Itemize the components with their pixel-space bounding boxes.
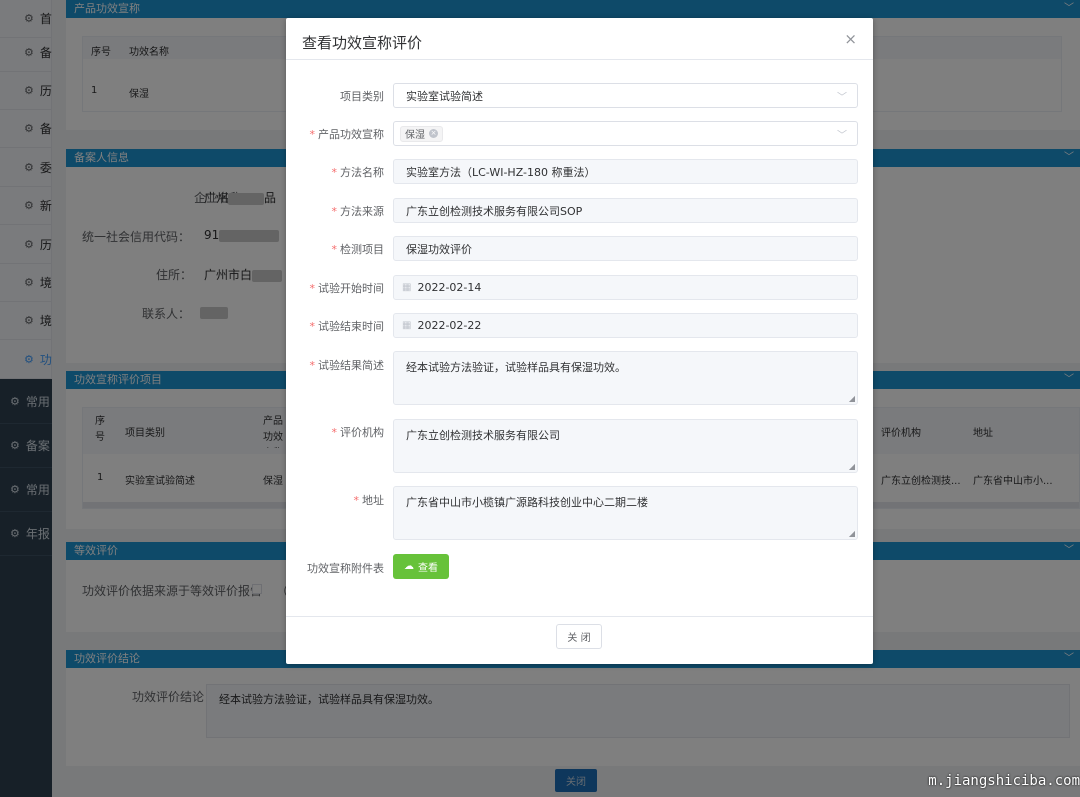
required-mark: * bbox=[309, 320, 316, 333]
test-item-value: 保湿功效评价 bbox=[406, 242, 472, 256]
claim-tag-text: 保湿 bbox=[405, 130, 425, 141]
required-mark: * bbox=[331, 205, 338, 218]
test-item-label: * 检测项目 bbox=[286, 241, 385, 257]
cloud-icon: ☁ bbox=[404, 561, 414, 572]
dialog-footer-divider bbox=[286, 616, 873, 617]
method-field[interactable]: 实验室方法（LC-WI-HZ-180 称重法） bbox=[393, 159, 858, 184]
view-button-label: 查看 bbox=[418, 563, 438, 574]
category-value: 实验室试验简述 bbox=[406, 89, 483, 103]
attachment-label: 功效宣称附件表 bbox=[286, 560, 384, 576]
dialog-close-button[interactable]: 关 闭 bbox=[556, 624, 602, 649]
label-text: 方法名称 bbox=[340, 166, 384, 179]
label-text: 地址 bbox=[362, 494, 384, 507]
end-date-label: * 试验结束时间 bbox=[286, 318, 385, 334]
address-textarea[interactable]: 广东省中山市小榄镇广源路科技创业中心二期二楼 ◢ bbox=[393, 486, 858, 540]
dialog-header-divider bbox=[286, 59, 873, 60]
dialog-title: 查看功效宣称评价 bbox=[302, 34, 423, 52]
view-attachment-button[interactable]: ☁ 查看 bbox=[393, 554, 449, 579]
resize-handle-icon[interactable]: ◢ bbox=[849, 529, 855, 538]
label-text: 方法来源 bbox=[340, 205, 384, 218]
calendar-icon: ▦ bbox=[402, 320, 412, 331]
label-text: 试验结果简述 bbox=[318, 359, 384, 372]
resize-handle-icon[interactable]: ◢ bbox=[849, 462, 855, 471]
label-text: 试验结束时间 bbox=[318, 320, 384, 333]
calendar-icon: ▦ bbox=[402, 282, 412, 293]
method-label: * 方法名称 bbox=[286, 164, 385, 180]
claim-evaluation-dialog: 查看功效宣称评价 × 项目类别 实验室试验简述 ﹀ * 产品功效宣称 保湿 × ﹀ … bbox=[286, 18, 873, 664]
required-mark: * bbox=[309, 282, 316, 295]
method-value: 实验室方法（LC-WI-HZ-180 称重法） bbox=[406, 165, 596, 179]
claim-multiselect[interactable]: 保湿 × ﹀ bbox=[393, 121, 858, 146]
org-textarea[interactable]: 广东立创检测技术服务有限公司 ◢ bbox=[393, 419, 858, 473]
required-mark: * bbox=[331, 426, 338, 439]
required-mark: * bbox=[309, 359, 316, 372]
address-field-label: * 地址 bbox=[286, 492, 385, 508]
start-date-picker[interactable]: ▦ 2022-02-14 bbox=[393, 275, 858, 300]
tag-close-icon[interactable]: × bbox=[429, 129, 438, 138]
start-date-value: 2022-02-14 bbox=[417, 281, 482, 294]
close-button-label: 关 闭 bbox=[567, 633, 591, 644]
claim-tag: 保湿 × bbox=[400, 125, 443, 142]
required-mark: * bbox=[331, 166, 338, 179]
label-text: 评价机构 bbox=[340, 426, 384, 439]
chevron-down-icon: ﹀ bbox=[837, 92, 847, 103]
source-label: * 方法来源 bbox=[286, 203, 385, 219]
result-textarea[interactable]: 经本试验方法验证，试验样品具有保湿功效。 ◢ bbox=[393, 351, 858, 405]
category-select[interactable]: 实验室试验简述 ﹀ bbox=[393, 83, 858, 108]
result-value: 经本试验方法验证，试验样品具有保湿功效。 bbox=[406, 361, 626, 374]
start-date-label: * 试验开始时间 bbox=[286, 280, 385, 296]
required-mark: * bbox=[309, 128, 316, 141]
end-date-value: 2022-02-22 bbox=[417, 319, 482, 332]
source-value: 广东立创检测技术服务有限公司SOP bbox=[406, 204, 583, 218]
label-text: 功效宣称附件表 bbox=[307, 562, 384, 575]
org-label: * 评价机构 bbox=[286, 424, 385, 440]
watermark: m.jiangshiciba.com bbox=[928, 773, 1080, 789]
claim-label: * 产品功效宣称 bbox=[286, 126, 385, 142]
required-mark: * bbox=[331, 243, 338, 256]
test-item-field[interactable]: 保湿功效评价 bbox=[393, 236, 858, 261]
label-text: 试验开始时间 bbox=[318, 282, 384, 295]
org-value: 广东立创检测技术服务有限公司 bbox=[406, 429, 560, 442]
close-icon[interactable]: × bbox=[844, 30, 857, 48]
resize-handle-icon[interactable]: ◢ bbox=[849, 394, 855, 403]
label-text: 产品功效宣称 bbox=[318, 128, 384, 141]
end-date-picker[interactable]: ▦ 2022-02-22 bbox=[393, 313, 858, 338]
source-field[interactable]: 广东立创检测技术服务有限公司SOP bbox=[393, 198, 858, 223]
address-field-value: 广东省中山市小榄镇广源路科技创业中心二期二楼 bbox=[406, 496, 648, 509]
label-text: 检测项目 bbox=[340, 243, 384, 256]
category-label: 项目类别 bbox=[286, 88, 384, 104]
required-mark: * bbox=[353, 494, 360, 507]
result-label: * 试验结果简述 bbox=[286, 357, 385, 373]
chevron-down-icon: ﹀ bbox=[837, 130, 847, 141]
label-text: 项目类别 bbox=[340, 90, 384, 103]
